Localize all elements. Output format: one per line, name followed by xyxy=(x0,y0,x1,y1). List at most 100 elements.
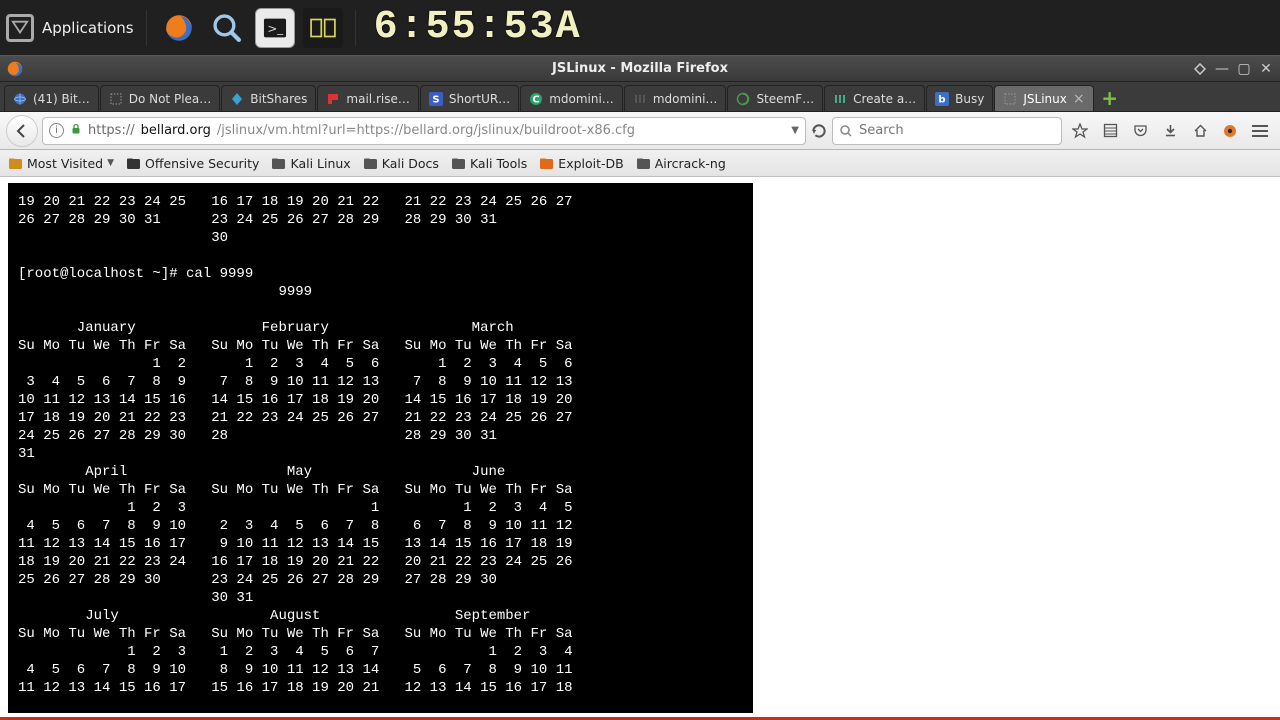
search-icon xyxy=(839,124,853,138)
tab-label: Do Not Plea… xyxy=(129,92,212,106)
tab[interactable]: mdomini… xyxy=(624,85,727,111)
panel-separator xyxy=(355,10,356,46)
bookmark-label: Kali Docs xyxy=(382,156,439,171)
tab-label: SteemF… xyxy=(756,92,814,106)
workspace-launcher-icon[interactable] xyxy=(303,8,343,48)
url-bar[interactable]: i https:// bellard.org/jslinux/vm.html?ur… xyxy=(42,117,806,145)
tab[interactable]: mail.rise… xyxy=(317,85,418,111)
bookmark-star-icon[interactable] xyxy=(1070,121,1090,141)
bookmark-item[interactable]: Most Visited▼ xyxy=(8,156,114,171)
system-menu-icon[interactable] xyxy=(6,14,34,42)
search-bar[interactable] xyxy=(832,117,1062,145)
tab-favicon xyxy=(833,92,847,106)
tab-favicon xyxy=(13,92,27,106)
sidebar-icon[interactable] xyxy=(1100,121,1120,141)
desktop-panel: Applications >_ 6:55:53A xyxy=(0,0,1280,55)
tab-favicon xyxy=(230,92,244,106)
tab-label: JSLinux xyxy=(1023,92,1067,106)
tab-favicon xyxy=(1003,92,1017,106)
bookmark-icon xyxy=(636,156,651,171)
bookmark-icon xyxy=(271,156,286,171)
pocket-icon[interactable] xyxy=(1130,121,1150,141)
tab-favicon xyxy=(326,92,340,106)
tab[interactable]: Create a… xyxy=(824,85,925,111)
bookmark-label: Kali Tools xyxy=(470,156,527,171)
tab[interactable]: SteemF… xyxy=(727,85,823,111)
bookmark-icon xyxy=(8,156,23,171)
tab-favicon: S xyxy=(429,92,443,106)
navigation-toolbar: i https:// bellard.org/jslinux/vm.html?ur… xyxy=(0,112,1280,150)
bookmark-icon xyxy=(363,156,378,171)
firefox-icon xyxy=(6,60,24,78)
bookmark-icon xyxy=(539,156,554,171)
url-path: /jslinux/vm.html?url=https://bellard.org… xyxy=(217,123,635,138)
bookmark-icon xyxy=(451,156,466,171)
magnifier-launcher-icon[interactable] xyxy=(207,8,247,48)
svg-text:S: S xyxy=(432,94,439,105)
addon-icon[interactable] xyxy=(1220,121,1240,141)
window-title: JSLinux - Mozilla Firefox xyxy=(0,61,1280,76)
bookmark-icon xyxy=(126,156,141,171)
terminal-output[interactable]: 19 20 21 22 23 24 25 16 17 18 19 20 21 2… xyxy=(8,183,753,713)
site-info-icon[interactable]: i xyxy=(49,123,64,138)
applications-menu[interactable]: Applications xyxy=(42,19,134,37)
home-icon[interactable] xyxy=(1190,121,1210,141)
window-titlebar: JSLinux - Mozilla Firefox — ▢ ✕ xyxy=(0,55,1280,82)
bookmark-item[interactable]: Kali Linux xyxy=(271,156,350,171)
tab-label: BitShares xyxy=(250,92,307,106)
tab-favicon xyxy=(109,92,123,106)
terminal-launcher-icon[interactable]: >_ xyxy=(255,8,295,48)
tab-label: Busy xyxy=(955,92,984,106)
panel-separator xyxy=(146,10,147,46)
window-close-button[interactable]: ✕ xyxy=(1258,61,1274,77)
window-minimize-button[interactable]: — xyxy=(1214,61,1230,77)
bookmarks-toolbar: Most Visited▼ Offensive Security Kali Linu… xyxy=(0,150,1280,177)
bookmark-item[interactable]: Kali Tools xyxy=(451,156,527,171)
hamburger-menu-icon[interactable] xyxy=(1250,121,1270,141)
svg-text:>_: >_ xyxy=(267,21,284,35)
tab-label: Create a… xyxy=(853,92,916,106)
firefox-launcher-icon[interactable] xyxy=(159,8,199,48)
svg-text:b: b xyxy=(939,94,946,105)
bookmark-label: Kali Linux xyxy=(290,156,350,171)
panel-clock: 6:55:53A xyxy=(374,5,582,50)
tab-strip: (41) Bit… Do Not Plea… BitShares mail.rise…… xyxy=(0,82,1280,112)
page-content: 19 20 21 22 23 24 25 16 17 18 19 20 21 2… xyxy=(0,177,1280,717)
tab-favicon xyxy=(633,92,647,106)
tab[interactable]: (41) Bit… xyxy=(4,85,99,111)
back-button[interactable] xyxy=(6,115,38,147)
tab-close-icon[interactable]: × xyxy=(1073,91,1085,107)
svg-text:C: C xyxy=(533,94,540,105)
bookmark-label: Aircrack-ng xyxy=(655,156,726,171)
tab-favicon xyxy=(736,92,750,106)
tab[interactable]: Cmdomini… xyxy=(520,85,623,111)
tab[interactable]: BitShares xyxy=(221,85,316,111)
tab-label: mdomini… xyxy=(653,92,718,106)
downloads-icon[interactable] xyxy=(1160,121,1180,141)
url-host: bellard.org xyxy=(141,123,211,138)
bookmark-item[interactable]: Kali Docs xyxy=(363,156,439,171)
window-pin-button[interactable] xyxy=(1192,61,1208,77)
tab[interactable]: b Busy xyxy=(926,85,993,111)
tab[interactable]: S ShortUR… xyxy=(420,85,519,111)
window-maximize-button[interactable]: ▢ xyxy=(1236,61,1252,77)
tab-favicon: C xyxy=(529,92,543,106)
url-scheme: https:// xyxy=(88,123,135,138)
bookmark-label: Exploit-DB xyxy=(558,156,623,171)
bookmark-item[interactable]: Exploit-DB xyxy=(539,156,623,171)
new-tab-button[interactable]: + xyxy=(1099,87,1121,109)
bookmark-item[interactable]: Offensive Security xyxy=(126,156,259,171)
tab-label: ShortUR… xyxy=(449,92,510,106)
tab-label: mdomini… xyxy=(549,92,614,106)
search-input[interactable] xyxy=(859,123,1055,138)
tab-label: mail.rise… xyxy=(346,92,409,106)
url-dropdown-icon[interactable]: ▼ xyxy=(791,125,799,136)
bookmark-item[interactable]: Aircrack-ng xyxy=(636,156,726,171)
tab[interactable]: Do Not Plea… xyxy=(100,85,221,111)
tab[interactable]: JSLinux × xyxy=(994,85,1093,111)
reload-button[interactable] xyxy=(810,122,828,140)
tab-favicon: b xyxy=(935,92,949,106)
bookmark-label: Offensive Security xyxy=(145,156,259,171)
lock-icon xyxy=(70,123,82,139)
bookmark-label: Most Visited xyxy=(27,156,103,171)
